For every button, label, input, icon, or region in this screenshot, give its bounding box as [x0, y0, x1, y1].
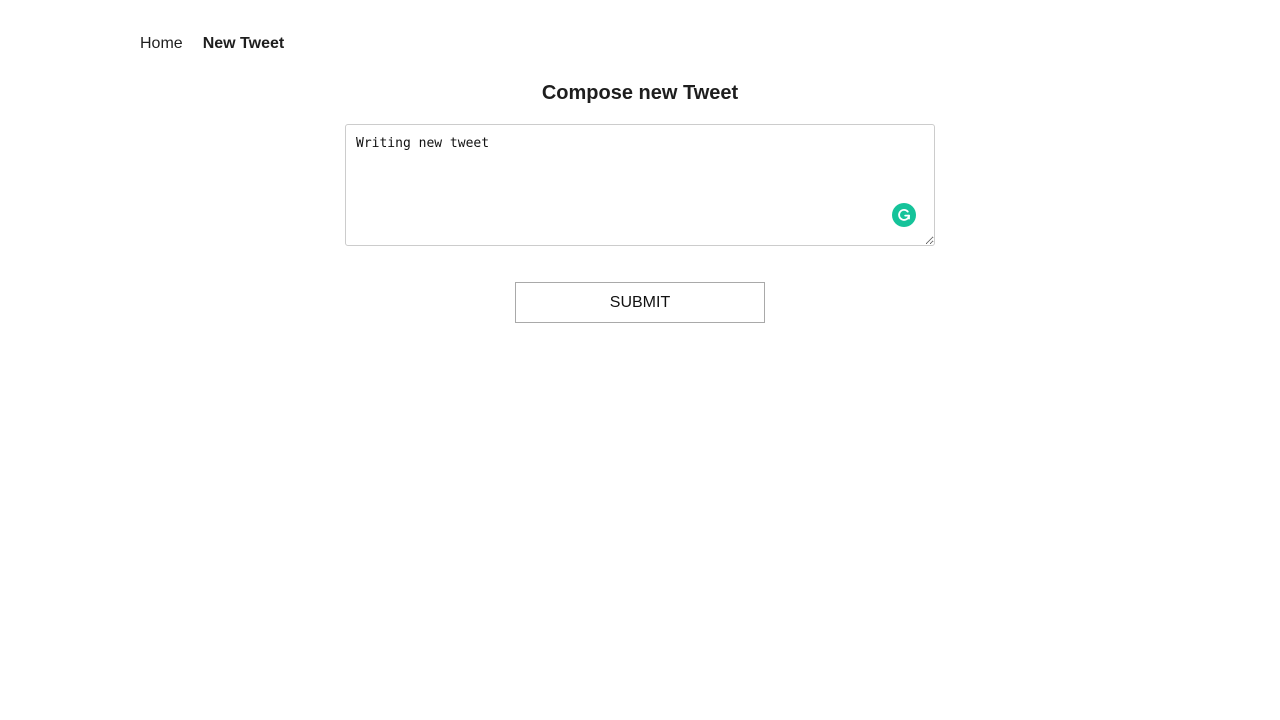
top-nav: Home New Tweet: [140, 35, 284, 53]
nav-link-home[interactable]: Home: [140, 35, 183, 53]
grammarly-g-glyph: [898, 209, 910, 221]
nav-link-new-tweet[interactable]: New Tweet: [203, 35, 285, 53]
page: Home New Tweet Compose new Tweet SUBMIT: [0, 0, 1280, 720]
grammarly-icon[interactable]: [892, 203, 916, 227]
tweet-textarea[interactable]: [345, 124, 935, 246]
page-title: Compose new Tweet: [541, 82, 739, 104]
submit-button[interactable]: SUBMIT: [515, 282, 765, 323]
compose-box: [345, 124, 935, 246]
